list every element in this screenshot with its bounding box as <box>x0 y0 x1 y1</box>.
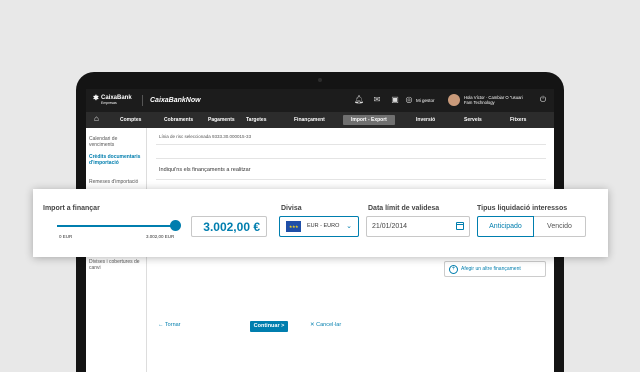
divider <box>156 144 546 145</box>
logo-sub: Empresas <box>101 101 117 105</box>
add-financing-label: Afegir un altre finançament <box>461 266 521 272</box>
avatar[interactable] <box>448 94 460 106</box>
nav-comptes[interactable]: Comptes <box>120 115 141 125</box>
app-name: CaixaBankNow <box>150 97 201 104</box>
nav-financament[interactable]: Finançament <box>294 115 325 125</box>
settlement-label: Tipus liquidació interessos <box>477 205 568 212</box>
user-icon[interactable]: ◎ <box>404 95 414 105</box>
nav-pagaments[interactable]: Pagaments <box>208 115 235 125</box>
settlement-option-anticipado[interactable]: Anticipado <box>477 216 534 237</box>
nav-serveis[interactable]: Serveis <box>464 115 482 125</box>
nav-targetes[interactable]: Targetes <box>246 115 266 125</box>
currency-select[interactable]: ★★★ EUR - EURO ⌄ <box>279 216 359 237</box>
date-input[interactable]: 21/01/2014 <box>366 216 470 237</box>
continue-button[interactable]: Continuar > <box>250 321 288 332</box>
sidebar-item-divises[interactable]: Divises i cobertures de canvi <box>89 259 143 271</box>
mail-icon[interactable]: ✉ <box>372 95 382 105</box>
plus-circle-icon: + <box>449 265 458 274</box>
sidebar-item-remeses[interactable]: Remeses d'importació <box>89 179 143 185</box>
nav-cobraments[interactable]: Cobraments <box>164 115 193 125</box>
briefcase-icon[interactable]: ▣ <box>390 95 400 105</box>
nav-import-export[interactable]: Import - Export <box>343 115 395 125</box>
sidebar-item-credits[interactable]: Crèdits documentaris d'importació <box>89 154 143 166</box>
slider-max-label: 3.002,00 EUR <box>146 234 175 239</box>
amount-input[interactable]: 3.002,00 € <box>191 216 267 237</box>
bell-icon[interactable]: 🔔︎ <box>354 95 364 105</box>
nav-fitxers[interactable]: Fitxers <box>510 115 526 125</box>
user-line-2: Fam Technology <box>464 100 495 105</box>
currency-value: EUR - EURO <box>307 223 340 229</box>
main-nav: ⌂ Comptes Cobraments Pagaments Targetes … <box>86 112 554 128</box>
amount-slider-handle[interactable] <box>169 220 181 231</box>
power-icon[interactable]: ⏻ <box>538 95 548 105</box>
chevron-down-icon: ⌄ <box>346 223 352 230</box>
header-divider <box>142 95 143 106</box>
sidebar-item-calendari[interactable]: Calendari de venciments <box>89 136 143 148</box>
add-financing-button[interactable]: + Afegir un altre finançament <box>444 261 546 277</box>
settlement-option-vencido[interactable]: Vencido <box>534 216 586 237</box>
back-link[interactable]: ← Tornar <box>158 322 181 328</box>
calendar-icon[interactable] <box>456 222 464 230</box>
divider <box>156 179 546 180</box>
financing-form-card: Import a finançar 0 EUR 3.002,00 EUR 3.0… <box>33 189 608 257</box>
amount-slider-track[interactable] <box>57 225 175 227</box>
gestor-link[interactable]: Mi gestor <box>416 98 435 103</box>
eu-flag-icon: ★★★ <box>286 221 301 232</box>
star-logo-icon: ✱ <box>93 95 99 102</box>
import-label: Import a finançar <box>43 205 100 212</box>
risk-line-label: Línia de risc seleccionada 9333.30.00001… <box>159 134 252 139</box>
cancel-link[interactable]: ✕ Cancel·lar <box>310 322 341 328</box>
currency-label: Divisa <box>281 205 302 212</box>
section-title: Indiqui'ns els finançaments a realitzar <box>159 167 251 173</box>
top-bar: ✱ CaixaBank Empresas CaixaBankNow 🔔︎ ✉ ▣ … <box>86 89 554 112</box>
date-label: Data límit de validesa <box>368 205 440 212</box>
date-value: 21/01/2014 <box>372 223 408 230</box>
divider <box>156 158 546 159</box>
slider-min-label: 0 EUR <box>59 234 73 239</box>
nav-inversio[interactable]: Inversió <box>416 115 435 125</box>
user-greeting[interactable]: Hola Víctor · Cambiar O "usuari Fam Tech… <box>464 95 542 105</box>
webcam <box>318 78 322 82</box>
home-icon[interactable]: ⌂ <box>94 114 99 124</box>
